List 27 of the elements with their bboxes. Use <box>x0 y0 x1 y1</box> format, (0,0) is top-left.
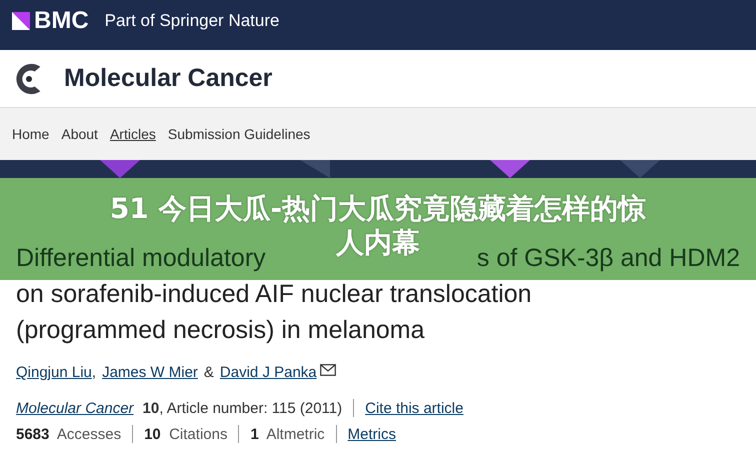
nav-link[interactable]: Home <box>12 126 50 142</box>
metric-stat: 10 Citations <box>144 426 228 442</box>
banner-headline: 51 今日大瓜-热门大瓜究竟隐藏着怎样的惊 <box>110 192 646 226</box>
article-title: s of GSK-3β and HDM2 <box>476 243 740 274</box>
metric-stat: 1 Altmetric <box>250 426 325 442</box>
author-link[interactable]: David J Panka <box>220 364 317 381</box>
journal-title[interactable]: Molecular Cancer <box>64 64 272 93</box>
article-title: on sorafenib-induced AIF nuclear translocation <box>16 279 533 310</box>
nav-link[interactable]: Submission Guidelines <box>168 126 310 142</box>
brand-name[interactable]: BMC <box>34 7 89 35</box>
metrics-link[interactable]: Metrics <box>348 426 396 442</box>
metric-stat: 5683 Accesses <box>16 426 122 442</box>
article-reference: 10, Article number: 115 (2011) <box>142 400 342 416</box>
journal-link[interactable]: Molecular Cancer <box>16 400 134 416</box>
tagline: Part of Springer Nature <box>104 11 280 31</box>
mail-icon[interactable] <box>320 364 336 376</box>
nav-link[interactable]: Articles <box>110 126 156 142</box>
article-title: Differential modulatory <box>16 243 266 274</box>
author-link[interactable]: James W Mier <box>102 364 198 381</box>
author-separator: & <box>204 364 214 381</box>
cite-link[interactable]: Cite this article <box>365 400 464 416</box>
author-separator: , <box>92 364 96 381</box>
author-link[interactable]: Qingjun Liu <box>16 364 92 381</box>
banner-headline: 人内幕 <box>336 226 420 260</box>
nav-link[interactable]: About <box>61 126 98 142</box>
logo-icon <box>12 12 30 30</box>
article-title: (programmed necrosis) in melanoma <box>16 315 426 346</box>
